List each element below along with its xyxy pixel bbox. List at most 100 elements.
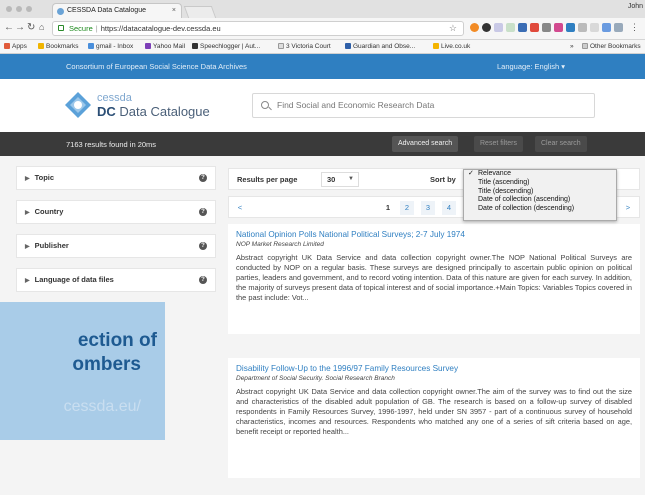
help-icon[interactable]: ? — [199, 174, 207, 182]
overlay-banner: ection of ombers cessda.eu/ — [0, 302, 165, 440]
extension-icon[interactable] — [554, 23, 563, 32]
extension-icon[interactable] — [542, 23, 551, 32]
extension-icon[interactable] — [614, 23, 623, 32]
star-icon — [38, 43, 44, 49]
expand-triangle-icon: ▶ — [25, 244, 30, 250]
browser-toolbar: ← → ↻ ⌂ Secure | https://datacatalogue-dev… — [0, 18, 645, 40]
bookmarks-bar: Apps Bookmarks gmail - Inbox Yahoo Mail … — [0, 40, 645, 54]
facet-language[interactable]: ▶ Language of data files ? — [16, 268, 216, 292]
consortium-link[interactable]: Consortium of European Social Science Da… — [66, 62, 247, 71]
sort-option-relevance[interactable]: Relevance — [464, 170, 616, 179]
result-publisher: Department of Social Security. Social Re… — [236, 375, 395, 382]
bookmark-apps[interactable]: Apps — [4, 43, 27, 50]
reload-icon[interactable]: ↻ — [27, 22, 35, 33]
extension-icon[interactable] — [518, 23, 527, 32]
sort-option-title-asc[interactable]: Title (ascending) — [464, 179, 616, 188]
facet-country[interactable]: ▶ Country ? — [16, 200, 216, 224]
result-abstract: Abstract copyright UK Data Service and d… — [236, 387, 632, 436]
gmail-icon — [88, 43, 94, 49]
sort-option-date-desc[interactable]: Date of collection (descending) — [464, 205, 616, 214]
facet-topic[interactable]: ▶ Topic ? — [16, 166, 216, 190]
opera-extension-icon[interactable] — [470, 23, 479, 32]
minimize-window-icon[interactable] — [16, 6, 22, 12]
facet-publisher[interactable]: ▶ Publisher ? — [16, 234, 216, 258]
home-icon[interactable]: ⌂ — [39, 22, 44, 32]
help-icon[interactable]: ? — [199, 242, 207, 250]
bookmark-victoria-court[interactable]: 3 Victoria Court — [278, 43, 331, 50]
search-placeholder: Find Social and Economic Research Data — [277, 100, 435, 110]
sort-option-date-asc[interactable]: Date of collection (ascending) — [464, 196, 616, 205]
page-icon — [278, 43, 284, 49]
overlay-url-text: cessda.eu/ — [63, 398, 141, 415]
result-title-link[interactable]: National Opinion Polls National Politica… — [236, 230, 632, 239]
results-count: 7163 results found in 20ms — [66, 140, 157, 149]
extension-icon[interactable] — [482, 23, 491, 32]
advanced-search-button[interactable]: Advanced search — [392, 136, 459, 152]
menu-icon[interactable]: ⋮ — [630, 22, 639, 33]
bookmarks-overflow[interactable]: » — [570, 43, 574, 50]
extension-icon[interactable] — [506, 23, 515, 32]
extension-icon[interactable] — [578, 23, 587, 32]
lock-icon — [58, 25, 64, 31]
help-icon[interactable]: ? — [199, 208, 207, 216]
tab-close-button[interactable]: × — [172, 4, 176, 18]
page-1[interactable]: 1 — [381, 201, 395, 215]
bookmark-live[interactable]: Live.co.uk — [433, 43, 470, 50]
apps-grid-icon — [4, 43, 10, 49]
results-bar: 7163 results found in 20ms Advanced sear… — [0, 132, 645, 156]
browser-tab[interactable]: CESSDA Data Catalogue × — [52, 3, 182, 18]
result-title-link[interactable]: Disability Follow-Up to the 1996/97 Fami… — [236, 364, 632, 373]
language-selector[interactable]: Language: English ▾ — [497, 62, 565, 71]
next-page-button[interactable]: > — [621, 201, 635, 215]
reset-filters-button[interactable]: Reset filters — [474, 136, 523, 152]
results-per-page-select[interactable]: 30 ▼ — [321, 172, 359, 187]
profile-name[interactable]: John — [628, 3, 643, 10]
expand-triangle-icon: ▶ — [25, 210, 30, 216]
logo-wordmark[interactable]: DC Data Catalogue — [97, 104, 210, 119]
overlay-text-line-1: ection of — [77, 330, 157, 351]
bookmark-star-icon[interactable]: ☆ — [449, 22, 457, 35]
result-item: Disability Follow-Up to the 1996/97 Fami… — [228, 358, 640, 478]
guardian-icon — [345, 43, 351, 49]
site-header: cessda DC Data Catalogue Find Social and… — [0, 79, 645, 132]
folder-icon — [582, 43, 588, 49]
page-3[interactable]: 3 — [421, 201, 435, 215]
forward-arrow-icon[interactable]: → — [15, 22, 25, 33]
sort-option-title-desc[interactable]: Title (descending) — [464, 188, 616, 197]
new-tab-button[interactable] — [183, 6, 217, 18]
result-publisher: NOP Market Research Limited — [236, 241, 324, 248]
extension-icon[interactable] — [590, 23, 599, 32]
logo-wordmark-small: cessda — [97, 92, 132, 104]
chevron-down-icon: ▼ — [348, 176, 354, 182]
extension-icon[interactable] — [566, 23, 575, 32]
bookmark-speechlogger[interactable]: Speechlogger | Aut... — [192, 43, 260, 50]
page-2[interactable]: 2 — [400, 201, 414, 215]
sort-dropdown-menu[interactable]: Relevance Title (ascending) Title (desce… — [463, 169, 617, 221]
bookmark-other[interactable]: Other Bookmarks — [582, 43, 641, 50]
help-icon[interactable]: ? — [199, 276, 207, 284]
browser-tab-bar: CESSDA Data Catalogue × John — [0, 0, 645, 18]
sort-by-label: Sort by — [430, 175, 456, 184]
bookmark-guardian[interactable]: Guardian and Obse... — [345, 43, 415, 50]
bookmark-bookmarks[interactable]: Bookmarks — [38, 43, 79, 50]
bookmark-gmail[interactable]: gmail - Inbox — [88, 43, 133, 50]
url-text: https://datacatalogue-dev.cessda.eu — [100, 24, 221, 33]
clear-search-button[interactable]: Clear search — [535, 136, 587, 152]
results-per-page-label: Results per page — [237, 175, 298, 184]
bookmark-yahoo[interactable]: Yahoo Mail — [145, 43, 185, 50]
extension-icon[interactable] — [602, 23, 611, 32]
result-item: National Opinion Polls National Politica… — [228, 224, 640, 334]
result-abstract: Abstract copyright UK Data Service and d… — [236, 253, 632, 302]
search-input[interactable]: Find Social and Economic Research Data — [252, 93, 595, 118]
previous-page-button[interactable]: < — [233, 201, 247, 215]
address-bar[interactable]: Secure | https://datacatalogue-dev.cessda.… — [52, 21, 464, 36]
yahoo-icon — [145, 43, 151, 49]
cessda-logo-icon[interactable] — [64, 91, 92, 119]
extension-icon[interactable] — [530, 23, 539, 32]
close-window-icon[interactable] — [6, 6, 12, 12]
extension-icon[interactable] — [494, 23, 503, 32]
back-arrow-icon[interactable]: ← — [4, 22, 14, 33]
page-4[interactable]: 4 — [442, 201, 456, 215]
maximize-window-icon[interactable] — [26, 6, 32, 12]
expand-triangle-icon: ▶ — [25, 176, 30, 182]
